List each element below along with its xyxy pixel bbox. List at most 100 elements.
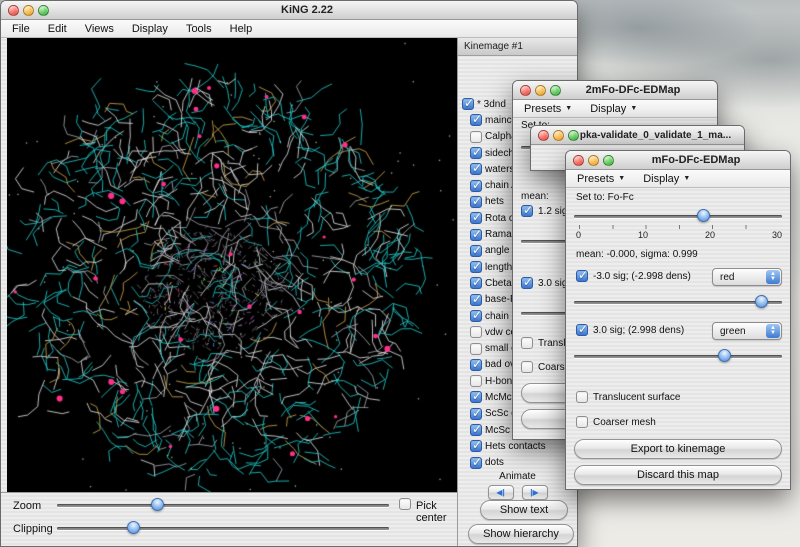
kinemage-group-row: Hets contacts	[468, 438, 577, 454]
high-contour-label: 3.0 sig; (2.998 dens)	[593, 325, 684, 336]
zoom-window-button[interactable]	[603, 155, 614, 166]
show-text-button[interactable]: Show text	[480, 500, 568, 520]
slider-track[interactable]	[574, 355, 782, 358]
group-label[interactable]: waters	[485, 164, 514, 175]
menu-display[interactable]: Display▼	[634, 170, 699, 187]
menu-views[interactable]: Views	[76, 20, 123, 37]
group-checkbox[interactable]	[470, 114, 482, 126]
group-checkbox[interactable]	[470, 343, 482, 355]
menu-label: Help	[230, 23, 253, 35]
group-checkbox[interactable]	[470, 359, 482, 371]
pick-center-checkbox[interactable]	[399, 498, 411, 510]
group-checkbox[interactable]	[470, 391, 482, 403]
slider-ticks	[579, 225, 777, 229]
slider-track[interactable]	[574, 215, 782, 218]
group-checkbox[interactable]	[470, 375, 482, 387]
clipping-slider-track[interactable]	[57, 527, 389, 530]
close-button[interactable]	[8, 5, 19, 16]
high-contour-slider[interactable]	[574, 348, 782, 364]
menu-tools[interactable]: Tools	[177, 20, 221, 37]
group-checkbox[interactable]	[470, 326, 482, 338]
minimize-button[interactable]	[23, 5, 34, 16]
coarser-checkbox[interactable]	[576, 416, 588, 428]
close-button[interactable]	[573, 155, 584, 166]
zoom-slider-thumb[interactable]	[151, 498, 164, 511]
group-checkbox[interactable]	[470, 294, 482, 306]
group-checkbox[interactable]	[470, 408, 482, 420]
tick-label: 10	[638, 230, 648, 240]
translucent-checkbox[interactable]	[521, 337, 533, 349]
menu-label: Display	[132, 23, 168, 35]
kinemage-panel-header[interactable]: Kinemage #1	[458, 38, 577, 56]
zoom-slider[interactable]	[57, 497, 389, 513]
slider-thumb[interactable]	[697, 209, 710, 222]
group-checkbox[interactable]	[470, 131, 482, 143]
group-checkbox[interactable]	[470, 245, 482, 257]
molecule-canvas[interactable]	[7, 38, 457, 492]
menu-presets[interactable]: Presets▼	[568, 170, 634, 187]
slider-track[interactable]	[574, 301, 782, 304]
menu-label: Views	[85, 23, 114, 35]
show-hierarchy-button[interactable]: Show hierarchy	[468, 524, 574, 544]
high-contour-checkbox[interactable]	[521, 277, 533, 289]
close-button[interactable]	[520, 85, 531, 96]
high-color-popup[interactable]: green ▲▼	[712, 322, 782, 340]
menu-presets[interactable]: Presets▼	[515, 100, 581, 117]
low-color-popup[interactable]: red ▲▼	[712, 268, 782, 286]
minimize-button[interactable]	[553, 130, 564, 141]
map-stats: mean:	[521, 191, 549, 202]
group-checkbox[interactable]	[470, 457, 482, 469]
low-contour-checkbox[interactable]	[576, 270, 588, 282]
group-checkbox[interactable]	[470, 277, 482, 289]
zoom-slider-track[interactable]	[57, 504, 389, 507]
zoom-window-button[interactable]	[568, 130, 579, 141]
menu-display[interactable]: Display▼	[581, 100, 646, 117]
group-checkbox[interactable]	[470, 196, 482, 208]
group-checkbox[interactable]	[470, 147, 482, 159]
clipping-slider[interactable]	[57, 520, 389, 536]
minimize-button[interactable]	[588, 155, 599, 166]
minimize-button[interactable]	[535, 85, 546, 96]
menu-help[interactable]: Help	[221, 20, 262, 37]
menu-edit[interactable]: Edit	[39, 20, 76, 37]
low-contour-row: -3.0 sig; (-2.998 dens)	[576, 270, 691, 282]
slider-thumb[interactable]	[755, 295, 768, 308]
group-checkbox[interactable]	[470, 440, 482, 452]
window-title: 2mFo-DFc-EDMap	[557, 84, 709, 96]
group-label[interactable]: * 3dnd	[477, 99, 506, 110]
group-checkbox[interactable]	[470, 180, 482, 192]
edmap2-titlebar[interactable]: 2mFo-DFc-EDMap	[513, 81, 717, 100]
edmap-window-fofc: mFo-DFc-EDMap Presets▼Display▼ Set to: F…	[565, 150, 791, 490]
coarser-checkbox[interactable]	[521, 361, 533, 373]
group-checkbox[interactable]	[470, 424, 482, 436]
king-titlebar[interactable]: KiNG 2.22	[1, 1, 577, 20]
group-checkbox[interactable]	[470, 229, 482, 241]
export-kinemage-button[interactable]: Export to kinemage	[574, 439, 782, 459]
menu-file[interactable]: File	[3, 20, 39, 37]
edmap-titlebar[interactable]: mFo-DFc-EDMap	[566, 151, 790, 170]
group-label[interactable]: dots	[485, 457, 504, 468]
clipping-slider-thumb[interactable]	[127, 521, 140, 534]
level-slider[interactable]	[574, 208, 782, 224]
group-checkbox[interactable]	[470, 212, 482, 224]
low-contour-slider[interactable]	[574, 294, 782, 310]
animate-back-button[interactable]: ◀|	[488, 485, 514, 500]
group-checkbox[interactable]	[462, 98, 474, 110]
close-button[interactable]	[538, 130, 549, 141]
high-contour-checkbox[interactable]	[576, 324, 588, 336]
group-checkbox[interactable]	[470, 261, 482, 273]
group-label[interactable]: hets	[485, 196, 504, 207]
zoom-window-button[interactable]	[550, 85, 561, 96]
group-label[interactable]: Hets contacts	[485, 441, 546, 452]
discard-map-button[interactable]: Discard this map	[574, 465, 782, 485]
zoom-window-button[interactable]	[38, 5, 49, 16]
menu-display[interactable]: Display	[123, 20, 177, 37]
slider-thumb[interactable]	[718, 349, 731, 362]
pka-titlebar[interactable]: pka-validate_0_validate_1_ma...	[531, 126, 744, 145]
group-checkbox[interactable]	[470, 163, 482, 175]
animate-forward-button[interactable]: |▶	[522, 485, 548, 500]
group-checkbox[interactable]	[470, 310, 482, 322]
low-contour-checkbox[interactable]	[521, 205, 533, 217]
translucent-checkbox[interactable]	[576, 391, 588, 403]
menu-arrow-icon: ▼	[630, 105, 637, 112]
